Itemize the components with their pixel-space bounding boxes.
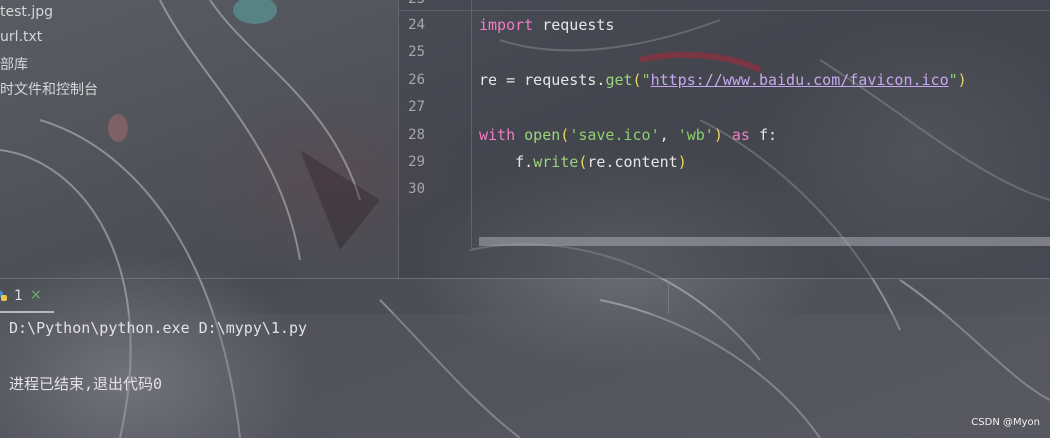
run-toolbar-divider <box>668 280 669 314</box>
code-text: re.content <box>587 153 678 171</box>
function-write: write <box>533 153 579 171</box>
line-number: 26 <box>408 72 425 88</box>
tree-item-scratches-consoles[interactable]: 时文件和控制台 <box>0 79 98 99</box>
paren-open: ( <box>632 71 642 89</box>
run-tab-label: 1 <box>14 288 23 304</box>
function-open: open <box>524 126 561 144</box>
code-line-28[interactable]: with open('save.ico', 'wb') as f: <box>479 126 777 144</box>
string-wb: 'wb' <box>677 126 714 144</box>
run-tab-bar: 1 × <box>0 284 1050 313</box>
keyword-as: as <box>722 126 750 144</box>
line-number: 23 <box>399 0 425 7</box>
panel-separator[interactable] <box>0 278 1050 279</box>
run-console[interactable]: D:\Python\python.exe D:\mypy\1.py 进程已结束,… <box>0 314 1050 438</box>
paren-close: ) <box>957 71 967 89</box>
horizontal-scrollbar[interactable] <box>479 237 1050 246</box>
code-line-26[interactable]: re = requests.get("https://www.baidu.com… <box>479 71 967 89</box>
line-number: 29 <box>408 154 425 170</box>
string-save-ico: 'save.ico' <box>569 126 660 144</box>
line-number: 30 <box>408 181 425 197</box>
console-exit-message: 进程已结束,退出代码0 <box>9 375 163 393</box>
editor-top-edge <box>399 0 1050 11</box>
code-text: f. <box>479 153 534 171</box>
paren-close: ) <box>713 126 723 144</box>
function-get: get <box>605 71 633 89</box>
keyword-with: with <box>479 126 516 144</box>
code-line-24[interactable]: import requests <box>479 16 614 34</box>
tree-item-url-txt[interactable]: url.txt <box>0 29 42 45</box>
code-comma: , <box>659 126 678 144</box>
line-number: 24 <box>408 17 425 33</box>
code-text: re = requests. <box>479 71 606 89</box>
code-text: f: <box>749 126 778 144</box>
keyword-import: import <box>479 16 534 34</box>
url-link[interactable]: https://www.baidu.com/favicon.ico <box>651 71 949 89</box>
string-quote: " <box>948 71 958 89</box>
run-tab[interactable]: 1 × <box>0 284 54 313</box>
paren-close: ) <box>677 153 687 171</box>
paren-open: ( <box>560 126 570 144</box>
python-icon <box>0 291 7 301</box>
line-number: 28 <box>408 127 425 143</box>
csdn-watermark: CSDN @Myon⁠ <box>971 417 1040 428</box>
string-quote: " <box>641 71 651 89</box>
line-number: 25 <box>408 44 425 60</box>
tree-item-test-jpg[interactable]: test.jpg <box>0 4 53 20</box>
close-icon[interactable]: × <box>30 287 42 303</box>
code-editor[interactable]: 23 24 25 26 27 28 29 30 import requests … <box>398 0 1050 278</box>
code-line-29[interactable]: f.write(re.content) <box>479 153 687 171</box>
project-tree-panel: test.jpg url.txt 部库 时文件和控制台 <box>0 0 398 278</box>
code-text: requests <box>533 16 615 34</box>
line-number-gutter: 23 24 25 26 27 28 29 30 <box>399 0 472 248</box>
tree-item-external-libraries[interactable]: 部库 <box>0 54 28 74</box>
console-command-line: D:\Python\python.exe D:\mypy\1.py <box>9 319 308 337</box>
line-number: 27 <box>408 99 425 115</box>
